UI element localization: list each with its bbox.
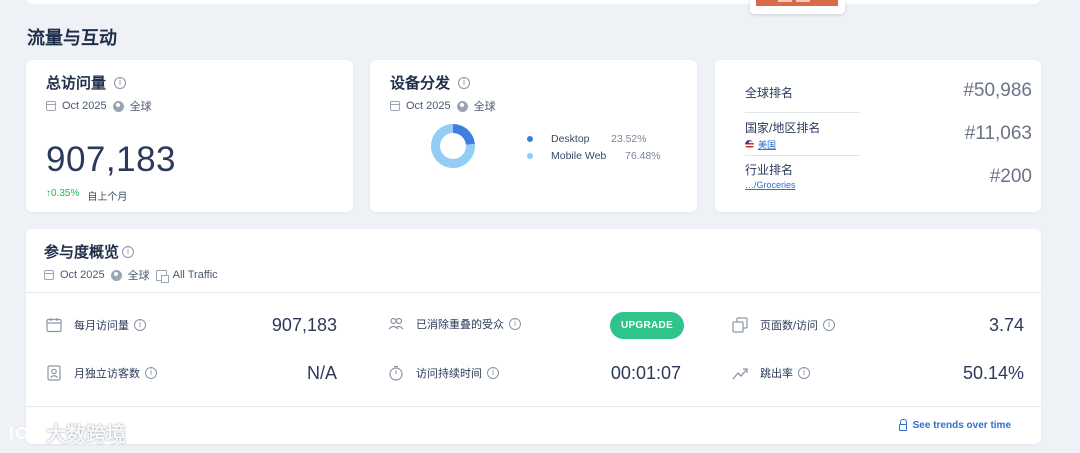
info-icon[interactable]: i [145,367,157,379]
calendar-icon [390,101,400,111]
unique-visitors-label: 月独立访客数 [74,368,140,380]
info-icon[interactable]: i [134,319,146,331]
legend-item-desktop: Desktop 23.52% [527,130,661,147]
bounce-rate-metric: 跳出率 i [732,365,810,381]
users-icon [388,317,404,330]
engagement-overview-card: 参与度概览 i Oct 2025 全球 All Traffic 每月访问量 i 9… [26,229,1041,444]
total-visits-value: 907,183 [46,140,177,179]
info-icon[interactable]: i [487,367,499,379]
bounce-rate-value: 50.14% [962,363,1024,383]
section-title: 流量与互动 [27,28,117,48]
traffic-source-icon [155,269,169,283]
engagement-region: 全球 [127,270,150,282]
visit-duration-label: 访问持续时间 [416,368,482,380]
legend-value: 23.52% [611,132,647,145]
industry-rank-row: 行业排名 …/Groceries #200 [745,161,1032,190]
calendar-icon [46,318,62,333]
unique-visitors-metric: 月独立访客数 i [46,365,157,381]
industry-rank-label: 行业排名 [745,163,794,177]
visits-change: ↑0.35% [46,188,80,199]
industry-link[interactable]: …/Groceries [745,180,1025,190]
info-icon[interactable]: i [458,76,471,89]
trend-arrow-icon [732,368,748,380]
device-donut-chart[interactable] [430,123,476,169]
globe-icon [456,100,468,112]
country-rank-value: #11,063 [964,123,1032,144]
legend-item-mobile: Mobile Web 76.48% [527,147,661,164]
stopwatch-icon [389,365,403,381]
calendar-icon [46,101,56,111]
engagement-date: Oct 2025 [60,269,105,281]
industry-rank-value: #200 [989,166,1032,187]
divider [26,292,1041,293]
globe-icon [110,269,122,281]
pages-per-visit-label: 页面数/访问 [760,320,819,332]
device-region: 全球 [473,101,496,113]
watermark-text: 大数跨境 [46,424,126,446]
info-icon[interactable]: i [798,367,810,379]
divider [26,406,1041,407]
device-date: Oct 2025 [406,100,451,112]
globe-icon [112,100,124,112]
monthly-visits-value: 907,183 [271,315,337,335]
engagement-title: 参与度概览 [44,244,120,261]
visit-duration-metric: 访问持续时间 i [388,365,499,381]
donut-slice-desktop[interactable] [453,124,475,145]
thumbnail-preview[interactable] [750,0,845,14]
visits-region: 全球 [129,101,152,113]
dedup-audience-label: 已消除重叠的受众 [416,319,504,331]
device-legend: Desktop 23.52% Mobile Web 76.48% [527,130,661,164]
see-trends-label[interactable]: See trends over time [913,420,1011,431]
visits-date: Oct 2025 [62,100,107,112]
upgrade-button[interactable]: UPGRADE [610,312,684,339]
see-trends-link[interactable]: See trends over time [898,418,1011,431]
us-flag-icon [745,140,754,149]
calendar-icon [44,270,54,280]
legend-name: Desktop [551,132,590,145]
pages-per-visit-metric: 页面数/访问 i [732,317,836,333]
watermark-logo [10,423,39,440]
dedup-audience-metric: 已消除重叠的受众 i [388,316,521,332]
pages-icon [732,317,748,333]
legend-dot-mobile [527,152,533,159]
legend-dot-desktop [527,135,533,142]
lock-icon [898,418,907,431]
pages-per-visit-value: 3.74 [988,315,1024,335]
global-rank-row: 全球排名 #50,986 [745,80,1032,101]
monthly-visits-metric: 每月访问量 i [46,317,146,333]
visits-title: 总访问量 [46,75,107,92]
info-icon[interactable]: i [114,76,127,89]
total-visits-card: 总访问量 i Oct 2025 全球 907,183 ↑0.35% 自上个月 [26,60,353,212]
visits-change-label: 自上个月 [87,192,128,203]
watermark: 大数跨境 [8,418,126,447]
info-icon[interactable]: i [509,318,521,330]
info-icon[interactable]: i [122,245,135,258]
legend-name: Mobile Web [551,149,607,162]
divider [745,112,860,113]
divider [745,155,860,156]
info-icon[interactable]: i [823,319,836,331]
bounce-rate-label: 跳出率 [760,368,793,380]
rank-card: 全球排名 #50,986 国家/地区排名 美国 #11,063 行业排名 …/G… [715,60,1041,212]
country-rank-row: 国家/地区排名 美国 #11,063 [745,119,1032,151]
top-card-edge [26,0,1040,4]
device-distribution-card: 设备分发 i Oct 2025 全球 Desktop 23.52% Mobile… [370,60,697,212]
unique-visitors-value: N/A [306,363,337,383]
visitor-card-icon [47,365,61,381]
device-title: 设备分发 [390,75,451,92]
legend-value: 76.48% [625,149,661,162]
global-rank-value: #50,986 [963,80,1032,101]
monthly-visits-label: 每月访问量 [74,320,129,332]
engagement-traffic: All Traffic [172,269,218,281]
country-name[interactable]: 美国 [758,138,776,151]
visit-duration-value: 00:01:07 [610,363,681,383]
